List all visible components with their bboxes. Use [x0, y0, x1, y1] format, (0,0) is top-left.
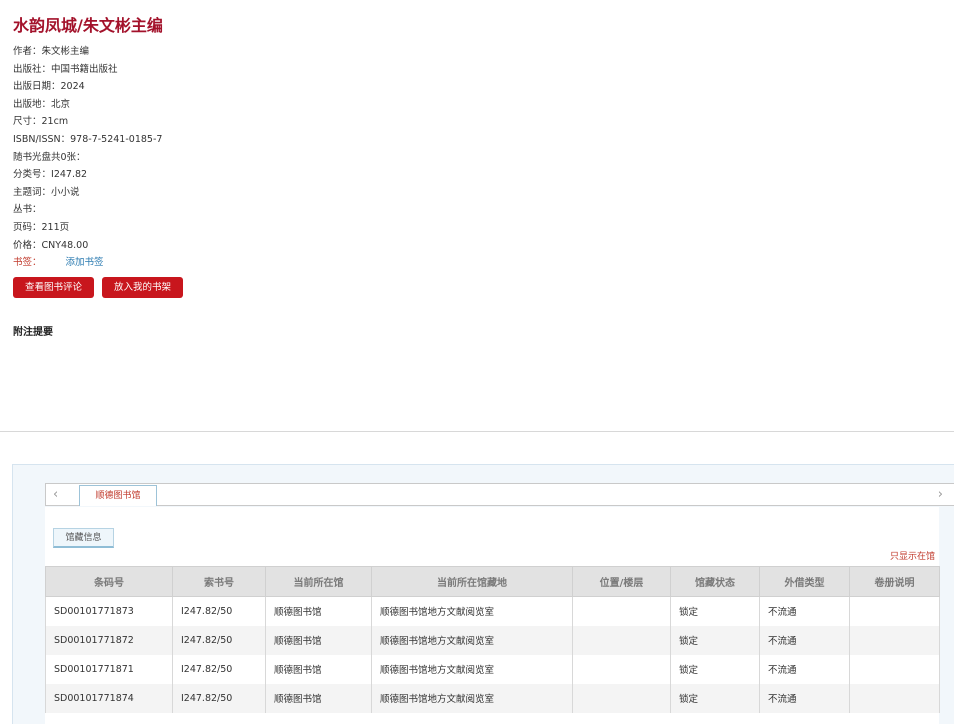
table-row: SD00101771872 I247.82/50 顺德图书馆 顺德图书馆地方文献…	[45, 625, 940, 655]
table-cell: I247.82/50	[172, 596, 266, 626]
table-cell	[849, 654, 940, 684]
table-cell: 顺德图书馆地方文献阅览室	[371, 654, 573, 684]
table-cell: 顺德图书馆地方文献阅览室	[371, 625, 573, 655]
meta-label: 主题词：	[13, 186, 52, 198]
meta-value: CNY48.00	[41, 239, 89, 251]
table-cell: 顺德图书馆	[265, 596, 372, 626]
table-header-row: 条码号 索书号 当前所在馆 当前所在馆藏地 位置/楼层 馆藏状态 外借类型 卷册…	[45, 566, 940, 597]
bookmark-label: 书签：	[13, 257, 42, 269]
table-cell: 锁定	[670, 625, 760, 655]
tab-library-shunde[interactable]: 顺德图书馆	[79, 485, 157, 506]
meta-label: 作者：	[13, 46, 42, 57]
table-cell: I247.82/50	[172, 683, 266, 713]
table-cell: SD00101771874	[45, 683, 173, 713]
meta-cd: 随书光盘共0张：	[13, 149, 162, 167]
chevron-right-icon[interactable]: ›	[938, 487, 943, 502]
table-cell: 不流通	[759, 683, 850, 713]
column-header: 位置/楼层	[572, 566, 671, 597]
add-to-shelf-button[interactable]: 放入我的书架	[102, 277, 183, 298]
table-cell: 不流通	[759, 625, 850, 655]
table-cell: 顺德图书馆地方文献阅览室	[371, 596, 573, 626]
meta-author: 作者：朱文彬主编	[13, 43, 162, 61]
table-cell	[572, 596, 671, 626]
meta-isbn: ISBN/ISSN：978-7-5241-0185-7	[13, 131, 162, 149]
library-tabbar: ‹ 顺德图书馆 ›	[45, 483, 954, 506]
meta-label: 丛书：	[13, 204, 42, 216]
meta-value: 中国书籍出版社	[51, 63, 118, 75]
meta-pages: 页码：211页	[13, 219, 162, 237]
meta-price: 价格：CNY48.00	[13, 237, 162, 255]
meta-label: 页码：	[13, 221, 42, 233]
meta-label: 出版日期：	[13, 81, 61, 93]
meta-label: ISBN/ISSN：	[13, 133, 71, 145]
table-cell: 顺德图书馆	[265, 625, 372, 655]
table-row: SD00101771871 I247.82/50 顺德图书馆 顺德图书馆地方文献…	[45, 654, 940, 684]
meta-label: 出版地：	[13, 98, 52, 110]
table-cell	[849, 683, 940, 713]
meta-value: 21cm	[41, 116, 69, 128]
meta-value: 朱文彬主编	[41, 46, 90, 57]
table-cell	[572, 625, 671, 655]
meta-bookmark: 书签： 添加书签	[13, 254, 162, 272]
meta-value: 2024	[60, 81, 85, 93]
holdings-section: ‹ 顺德图书馆 › 馆藏信息 只显示在馆 条码号 索书号 当前所在馆 当前所在馆…	[12, 464, 954, 724]
meta-pub-date: 出版日期：2024	[13, 78, 162, 96]
book-title: 水韵凤城/朱文彬主编	[13, 16, 163, 35]
holdings-table: 条码号 索书号 当前所在馆 当前所在馆藏地 位置/楼层 馆藏状态 外借类型 卷册…	[45, 566, 940, 713]
book-metadata: 作者：朱文彬主编 出版社：中国书籍出版社 出版日期：2024 出版地：北京 尺寸…	[13, 43, 162, 272]
column-header: 当前所在馆藏地	[371, 566, 573, 597]
table-cell: SD00101771872	[45, 625, 173, 655]
table-cell	[572, 683, 671, 713]
table-cell: SD00101771871	[45, 654, 173, 684]
meta-value: I247.82	[51, 169, 88, 181]
table-cell: 锁定	[670, 596, 760, 626]
meta-publisher: 出版社：中国书籍出版社	[13, 61, 162, 79]
table-cell: I247.82/50	[172, 654, 266, 684]
meta-value: 北京	[51, 98, 71, 110]
table-cell: 锁定	[670, 654, 760, 684]
meta-size: 尺寸：21cm	[13, 113, 162, 131]
table-cell	[572, 654, 671, 684]
meta-label: 尺寸：	[13, 116, 42, 128]
table-cell: 不流通	[759, 654, 850, 684]
table-cell: 顺德图书馆地方文献阅览室	[371, 683, 573, 713]
table-cell: 顺德图书馆	[265, 683, 372, 713]
meta-pub-place: 出版地：北京	[13, 96, 162, 114]
column-header: 馆藏状态	[670, 566, 760, 597]
table-cell: I247.82/50	[172, 625, 266, 655]
table-row: SD00101771874 I247.82/50 顺德图书馆 顺德图书馆地方文献…	[45, 683, 940, 713]
meta-series: 丛书：	[13, 201, 162, 219]
column-header: 外借类型	[759, 566, 850, 597]
table-cell: SD00101771873	[45, 596, 173, 626]
meta-label: 随书光盘共0张：	[13, 151, 86, 163]
column-header: 当前所在馆	[265, 566, 372, 597]
only-available-link[interactable]: 只显示在馆	[890, 549, 935, 562]
meta-value: 211页	[41, 221, 70, 233]
view-reviews-button[interactable]: 查看图书评论	[13, 277, 94, 298]
meta-label: 出版社：	[13, 63, 52, 75]
table-cell: 不流通	[759, 596, 850, 626]
meta-class-no: 分类号：I247.82	[13, 166, 162, 184]
table-cell	[849, 625, 940, 655]
notes-heading: 附注提要	[13, 327, 53, 338]
meta-subject: 主题词：小小说	[13, 184, 162, 202]
table-cell	[849, 596, 940, 626]
meta-label: 分类号：	[13, 169, 52, 181]
table-row: SD00101771873 I247.82/50 顺德图书馆 顺德图书馆地方文献…	[45, 596, 940, 626]
add-bookmark-link[interactable]: 添加书签	[66, 257, 104, 268]
meta-value: 978-7-5241-0185-7	[70, 133, 163, 145]
chevron-left-icon[interactable]: ‹	[53, 487, 58, 502]
section-divider	[0, 431, 954, 432]
table-cell: 锁定	[670, 683, 760, 713]
column-header: 卷册说明	[849, 566, 940, 597]
tab-holdings-info[interactable]: 馆藏信息	[53, 528, 114, 548]
column-header: 索书号	[172, 566, 266, 597]
holdings-panel: 馆藏信息 只显示在馆 条码号 索书号 当前所在馆 当前所在馆藏地 位置/楼层 馆…	[45, 507, 940, 724]
table-cell: 顺德图书馆	[265, 654, 372, 684]
meta-label: 价格：	[13, 239, 42, 251]
column-header: 条码号	[45, 566, 173, 597]
meta-value: 小小说	[51, 186, 80, 198]
